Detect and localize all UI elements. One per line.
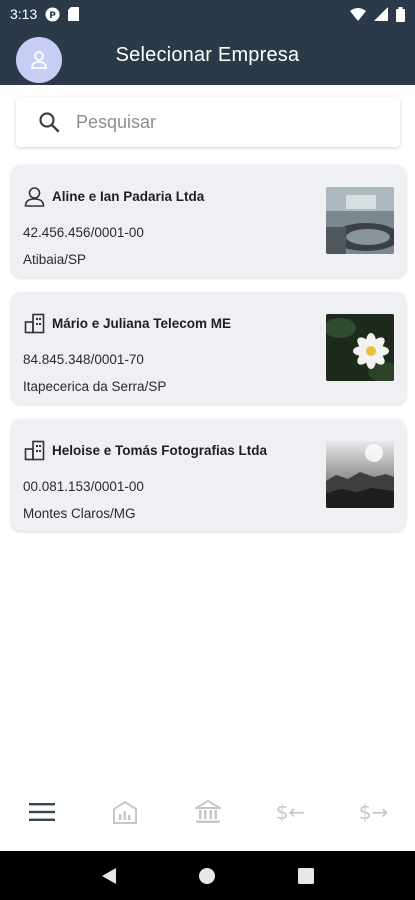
company-document: 42.456.456/0001-00 (23, 225, 144, 240)
bank-icon[interactable] (188, 792, 228, 832)
home-icon[interactable] (195, 864, 219, 888)
search-bar[interactable] (16, 97, 400, 147)
recents-icon[interactable] (294, 864, 318, 888)
app-notification-icon: P (45, 7, 60, 22)
search-icon (38, 111, 66, 133)
menu-icon[interactable] (22, 792, 62, 832)
wifi-icon (350, 7, 366, 21)
company-card[interactable]: Heloise e Tomás Fotografias Ltda 00.081.… (11, 419, 406, 531)
money-out-icon[interactable]: $→ (354, 792, 394, 832)
building-icon (23, 312, 45, 334)
battery-icon (396, 6, 405, 22)
app-header: 3:13 P Selecionar Empresa (0, 0, 415, 85)
system-nav-bar (0, 851, 415, 900)
person-icon (23, 185, 45, 207)
sd-card-icon (68, 7, 80, 21)
company-city: Itapecerica da Serra/SP (23, 379, 167, 394)
svg-text:P: P (49, 11, 56, 21)
page-title: Selecionar Empresa (115, 44, 300, 66)
dashboard-icon[interactable] (105, 792, 145, 832)
bottom-nav: $← $→ (0, 787, 415, 837)
company-document: 84.845.348/0001-70 (23, 352, 144, 367)
company-photo (326, 187, 394, 254)
company-name: Heloise e Tomás Fotografias Ltda (52, 442, 268, 458)
company-card[interactable]: Mário e Juliana Telecom ME 84.845.348/00… (11, 292, 406, 404)
company-name: Aline e Ian Padaria Ltda (52, 188, 205, 204)
back-icon[interactable] (97, 864, 121, 888)
company-photo (326, 441, 394, 508)
status-bar: 3:13 P (0, 0, 415, 28)
company-document: 00.081.153/0001-00 (23, 479, 144, 494)
company-card[interactable]: Aline e Ian Padaria Ltda 42.456.456/0001… (11, 165, 406, 277)
company-city: Montes Claros/MG (23, 506, 136, 521)
company-name: Mário e Juliana Telecom ME (52, 315, 232, 331)
company-city: Atibaia/SP (23, 252, 87, 267)
building-icon (23, 439, 45, 461)
money-in-icon[interactable]: $← (271, 792, 311, 832)
signal-icon (374, 7, 388, 21)
status-time: 3:13 (10, 6, 38, 22)
company-photo (326, 314, 394, 381)
search-input[interactable] (76, 111, 356, 133)
